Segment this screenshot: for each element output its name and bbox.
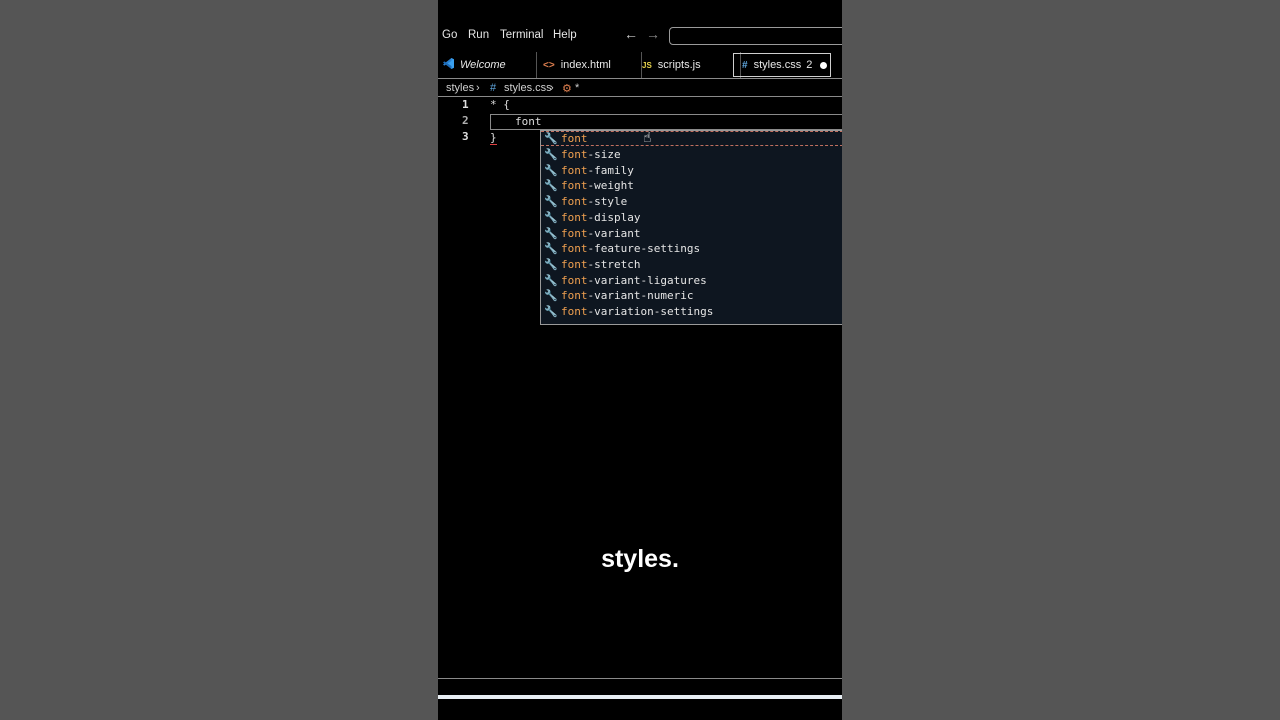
code-line-1: * { bbox=[490, 98, 510, 111]
tab-index-html[interactable]: <> index.html bbox=[533, 52, 642, 78]
wrench-icon: 🔧 bbox=[544, 163, 558, 177]
css-file-icon: # bbox=[490, 82, 497, 94]
code-line-2: font bbox=[515, 115, 542, 128]
suggestion-item[interactable]: 🔧 font -variation-settings bbox=[541, 304, 842, 320]
menu-bar: Go Run Terminal Help ← → bbox=[438, 25, 842, 47]
wrench-icon: 🔧 bbox=[544, 179, 558, 193]
code-editor[interactable]: 1 2 3 * { font } 🔧 font 🔧 font -size 🔧 fo… bbox=[438, 97, 842, 677]
back-arrow-icon[interactable]: ← bbox=[624, 26, 638, 42]
menu-terminal[interactable]: Terminal bbox=[500, 29, 543, 41]
suggestion-item[interactable]: 🔧 font -variant bbox=[541, 225, 842, 241]
breadcrumb-folder[interactable]: styles bbox=[446, 82, 474, 94]
menu-go[interactable]: Go bbox=[442, 29, 457, 41]
problem-count-badge: 2 bbox=[806, 59, 813, 71]
mouse-pointer-icon: ☝ bbox=[643, 130, 652, 146]
tab-styles-css[interactable]: # styles.css 2 bbox=[733, 53, 831, 77]
status-bar bbox=[438, 695, 842, 699]
autocomplete-suggestions: 🔧 font 🔧 font -size 🔧 font -family 🔧 font -… bbox=[540, 130, 842, 325]
suggestion-item[interactable]: 🔧 font -style bbox=[541, 194, 842, 210]
breadcrumb-symbol[interactable]: * bbox=[575, 82, 579, 94]
wrench-icon: 🔧 bbox=[544, 148, 558, 162]
breadcrumb: styles › # styles.css › ⚙ * bbox=[438, 80, 842, 97]
wrench-icon: 🔧 bbox=[544, 242, 558, 256]
editor-window: Go Run Terminal Help ← → Welcome <> inde… bbox=[438, 0, 842, 720]
line-number: 1 bbox=[462, 98, 469, 111]
wrench-icon: 🔧 bbox=[544, 305, 558, 319]
tab-label: Welcome bbox=[460, 59, 506, 71]
forward-arrow-icon[interactable]: → bbox=[646, 26, 660, 42]
wrench-icon: 🔧 bbox=[544, 132, 558, 145]
panel-divider bbox=[438, 678, 842, 679]
video-caption: styles. bbox=[601, 545, 679, 573]
js-icon: JS bbox=[642, 60, 652, 70]
tab-welcome[interactable]: Welcome bbox=[438, 52, 537, 78]
suggestion-item[interactable]: 🔧 font -display bbox=[541, 210, 842, 226]
chevron-right-icon: › bbox=[476, 82, 480, 94]
suggestion-item[interactable]: 🔧 font bbox=[541, 131, 842, 146]
wrench-icon: 🔧 bbox=[544, 289, 558, 303]
symbol-selector-icon: ⚙ bbox=[562, 83, 572, 95]
css-icon: # bbox=[742, 59, 748, 71]
line-number: 3 bbox=[462, 130, 469, 143]
tab-label: styles.css bbox=[753, 59, 802, 71]
suggestion-item[interactable]: 🔧 font -family bbox=[541, 162, 842, 178]
command-center-search[interactable] bbox=[669, 27, 842, 45]
html-icon: <> bbox=[543, 59, 555, 71]
tab-scripts-js[interactable]: JS scripts.js bbox=[632, 52, 741, 78]
line-number: 2 bbox=[462, 114, 469, 127]
suggestion-item[interactable]: 🔧 font -feature-settings bbox=[541, 241, 842, 257]
breadcrumb-file[interactable]: styles.css bbox=[504, 82, 552, 94]
menu-help[interactable]: Help bbox=[553, 29, 577, 41]
vscode-icon bbox=[442, 57, 455, 73]
chevron-right-icon: › bbox=[550, 82, 554, 94]
code-line-3: } bbox=[490, 131, 497, 145]
menu-run[interactable]: Run bbox=[468, 29, 489, 41]
wrench-icon: 🔧 bbox=[544, 226, 558, 240]
wrench-icon: 🔧 bbox=[544, 257, 558, 271]
suggestion-item[interactable]: 🔧 font -variant-ligatures bbox=[541, 272, 842, 288]
wrench-icon: 🔧 bbox=[544, 273, 558, 287]
left-backdrop bbox=[0, 0, 438, 720]
wrench-icon: 🔧 bbox=[544, 210, 558, 224]
tab-bar: Welcome <> index.html JS scripts.js # st… bbox=[438, 52, 842, 79]
current-line-highlight bbox=[490, 114, 842, 130]
suggestion-item[interactable]: 🔧 font -size bbox=[541, 147, 842, 163]
suggestion-item[interactable]: 🔧 font -stretch bbox=[541, 257, 842, 273]
tab-label: index.html bbox=[560, 59, 611, 71]
wrench-icon: 🔧 bbox=[544, 195, 558, 209]
tab-label: scripts.js bbox=[657, 59, 701, 71]
right-backdrop bbox=[842, 0, 1280, 720]
suggestion-item[interactable]: 🔧 font -variant-numeric bbox=[541, 288, 842, 304]
unsaved-dot-icon[interactable] bbox=[820, 61, 828, 69]
suggestion-item[interactable]: 🔧 font -weight bbox=[541, 178, 842, 194]
